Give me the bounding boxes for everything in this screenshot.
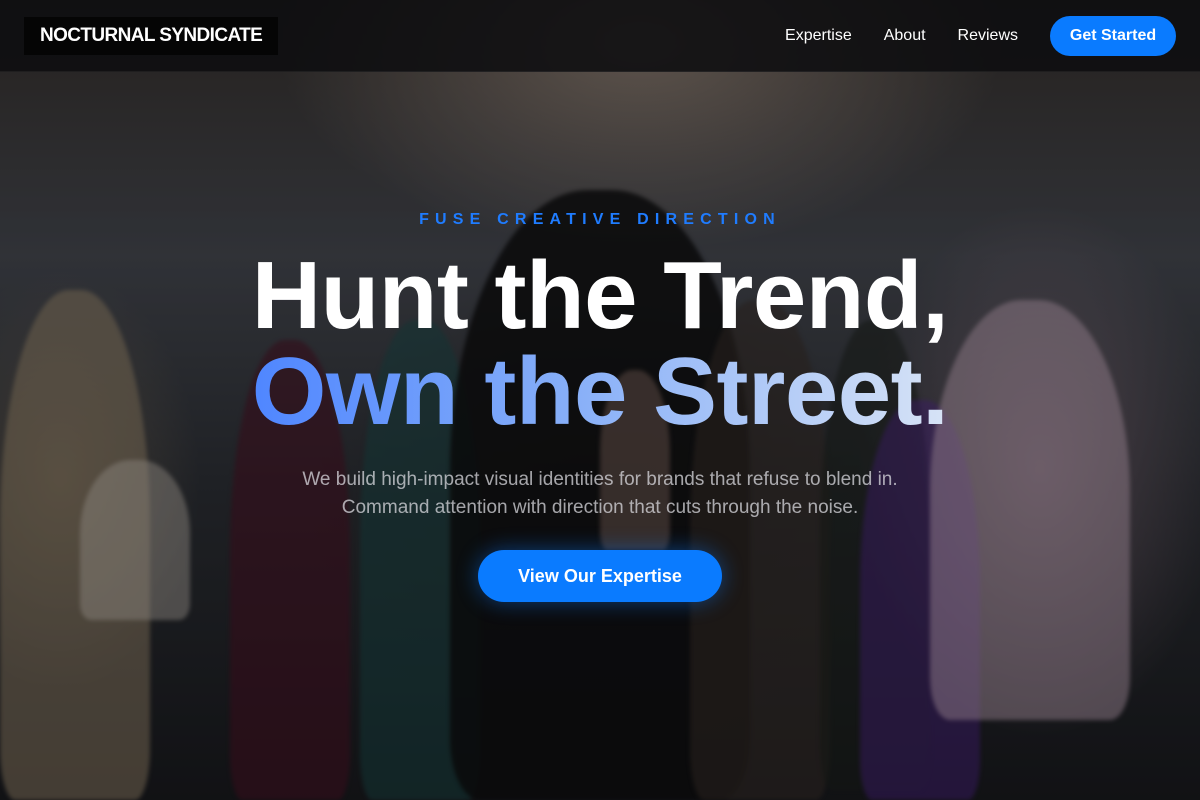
headline-line-1: Hunt the Trend, — [251, 242, 949, 349]
top-nav-bar: NOCTURNAL SYNDICATE Expertise About Revi… — [0, 0, 1200, 72]
nav-link-expertise[interactable]: Expertise — [785, 27, 852, 45]
nav-link-about[interactable]: About — [884, 27, 926, 45]
nav-links: Expertise About Reviews Get Started — [785, 15, 1176, 56]
hero-subtext-line-1: We build high-impact visual identities f… — [302, 469, 898, 490]
hero-subtext: We build high-impact visual identities f… — [0, 466, 1200, 522]
view-expertise-button[interactable]: View Our Expertise — [478, 550, 722, 602]
hero-eyebrow: FUSE CREATIVE DIRECTION — [419, 211, 781, 228]
hero-section: FUSE CREATIVE DIRECTION Hunt the Trend, … — [0, 200, 1200, 602]
get-started-button[interactable]: Get Started — [1050, 15, 1176, 56]
hero-headline: Hunt the Trend, Own the Street. — [0, 248, 1200, 440]
nav-link-reviews[interactable]: Reviews — [958, 27, 1018, 45]
brand-logo[interactable]: NOCTURNAL SYNDICATE — [24, 16, 279, 55]
headline-line-2: Own the Street. — [251, 338, 949, 445]
hero-subtext-line-2: Command attention with direction that cu… — [341, 497, 859, 518]
